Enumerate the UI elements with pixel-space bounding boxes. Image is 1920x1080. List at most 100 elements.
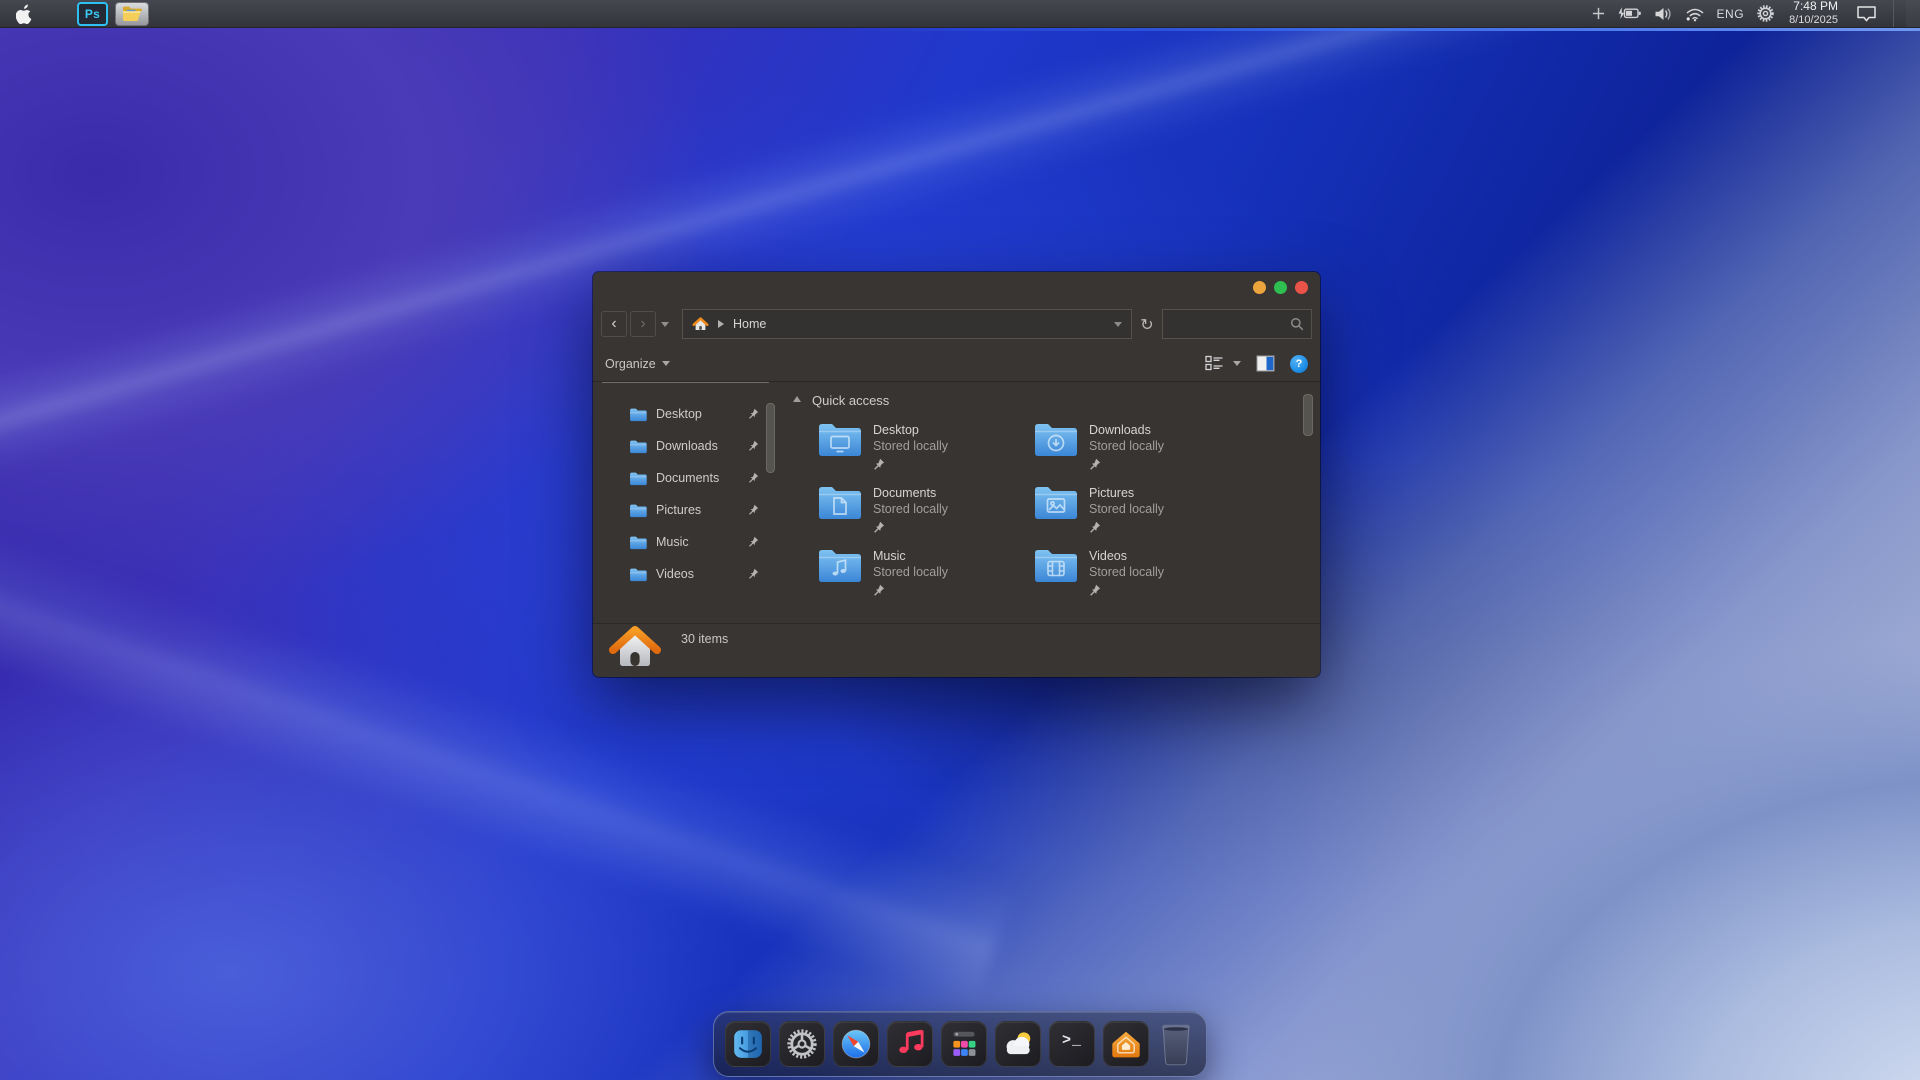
dock-item-trash[interactable] — [1157, 1021, 1195, 1067]
quick-access-header[interactable]: Quick access — [793, 390, 1320, 410]
language-indicator[interactable]: ENG — [1717, 7, 1745, 21]
preview-pane-icon[interactable] — [1256, 355, 1275, 372]
pin-icon — [748, 440, 759, 454]
terminal-icon: >_ — [1062, 1032, 1082, 1049]
sidebar-item-videos[interactable]: Videos — [593, 558, 785, 590]
trash-icon — [1160, 1023, 1192, 1067]
dock-item-weather[interactable] — [995, 1021, 1041, 1067]
organize-label: Organize — [605, 357, 656, 371]
weather-icon — [1001, 1027, 1035, 1061]
pin-icon — [1089, 584, 1164, 600]
hidden-icons-button[interactable] — [1592, 7, 1605, 20]
address-dropdown-icon[interactable] — [1114, 322, 1122, 331]
tile-documents[interactable]: Documents Stored locally — [817, 484, 1033, 539]
content-area: Quick access Desktop Stor — [785, 382, 1320, 623]
dock-item-terminal[interactable]: >_ — [1049, 1021, 1095, 1067]
sidebar-item-documents[interactable]: Documents — [593, 462, 785, 494]
tile-subtitle: Stored locally — [873, 438, 948, 454]
tile-name: Desktop — [873, 422, 948, 438]
show-desktop-strip[interactable] — [1906, 0, 1920, 27]
settings-tray-button[interactable] — [1756, 4, 1775, 23]
breadcrumb-location[interactable]: Home — [733, 317, 766, 331]
sidebar-scrollbar[interactable] — [766, 403, 775, 473]
dock-item-home[interactable] — [1103, 1021, 1149, 1067]
collapse-icon[interactable] — [793, 392, 801, 402]
tile-pictures[interactable]: Pictures Stored locally — [1033, 484, 1249, 539]
wifi-indicator[interactable] — [1684, 6, 1705, 22]
help-button[interactable]: ? — [1290, 355, 1308, 373]
wallpaper-highlight — [845, 28, 1920, 31]
sidebar-item-label: Documents — [656, 471, 719, 485]
search-icon — [1290, 317, 1304, 331]
tray-separator — [1893, 0, 1894, 27]
tile-name: Videos — [1089, 548, 1164, 564]
tile-videos[interactable]: Videos Stored locally — [1033, 547, 1249, 602]
tile-subtitle: Stored locally — [1089, 438, 1164, 454]
apple-icon — [16, 4, 33, 24]
back-button[interactable]: ‹ — [601, 311, 627, 337]
dock: >_ — [713, 1011, 1207, 1077]
music-folder-icon — [817, 547, 863, 585]
folder-icon — [629, 439, 647, 454]
notification-center-button[interactable] — [1856, 5, 1877, 22]
sidebar-item-downloads[interactable]: Downloads — [593, 430, 785, 462]
taskbar-apps: Ps — [77, 2, 149, 26]
menu-bar: Ps — [0, 0, 1920, 28]
safari-compass-icon — [839, 1027, 873, 1061]
sidebar: Desktop Downloads Documents Pictures — [593, 382, 785, 623]
navigation-bar: ‹ › Home ↻ — [593, 302, 1320, 346]
search-input[interactable] — [1163, 317, 1290, 331]
pin-icon — [748, 536, 759, 550]
address-bar[interactable]: Home — [682, 309, 1132, 339]
pin-icon — [873, 458, 948, 474]
refresh-button[interactable]: ↻ — [1132, 315, 1162, 334]
tile-subtitle: Stored locally — [1089, 501, 1164, 517]
tile-music[interactable]: Music Stored locally — [817, 547, 1033, 602]
quick-access-label: Quick access — [812, 393, 889, 408]
pin-icon — [748, 568, 759, 582]
system-tray: ENG 7:48 PM 8/10/2025 — [1592, 0, 1920, 27]
view-options-chevron-icon[interactable] — [1233, 361, 1241, 370]
quick-access-tiles: Desktop Stored locally — [817, 421, 1320, 602]
sidebar-item-pictures[interactable]: Pictures — [593, 494, 785, 526]
tile-text: Pictures Stored locally — [1089, 484, 1164, 539]
refresh-icon: ↻ — [1140, 315, 1153, 334]
plus-icon — [1592, 7, 1605, 20]
dock-item-finder[interactable] — [725, 1021, 771, 1067]
organize-menu-button[interactable]: Organize — [605, 357, 670, 371]
sidebar-item-music[interactable]: Music — [593, 526, 785, 558]
dock-item-app-library[interactable] — [941, 1021, 987, 1067]
content-scrollbar[interactable] — [1303, 394, 1313, 436]
sidebar-item-desktop[interactable]: Desktop — [593, 398, 785, 430]
window-titlebar[interactable] — [593, 272, 1320, 302]
clock[interactable]: 7:48 PM 8/10/2025 — [1789, 0, 1838, 26]
wifi-icon — [1684, 6, 1705, 22]
history-dropdown-button[interactable] — [661, 322, 669, 331]
taskbar-app-file-explorer[interactable] — [115, 2, 149, 26]
home-icon — [692, 316, 709, 332]
dock-item-safari[interactable] — [833, 1021, 879, 1067]
folder-icon — [629, 503, 647, 518]
desktop-folder-icon — [817, 421, 863, 459]
help-glyph: ? — [1296, 358, 1303, 370]
maximize-button[interactable] — [1274, 281, 1287, 294]
taskbar-app-photoshop[interactable]: Ps — [77, 2, 108, 26]
documents-folder-icon — [817, 484, 863, 522]
dock-item-system-settings[interactable] — [779, 1021, 825, 1067]
file-explorer-window: ‹ › Home ↻ — [593, 272, 1320, 677]
forward-button[interactable]: › — [630, 311, 656, 337]
close-button[interactable] — [1295, 281, 1308, 294]
tile-name: Downloads — [1089, 422, 1164, 438]
tile-name: Documents — [873, 485, 948, 501]
details-view-icon[interactable] — [1205, 355, 1224, 372]
tile-subtitle: Stored locally — [873, 501, 948, 517]
command-bar: Organize ? — [593, 346, 1320, 382]
battery-indicator[interactable] — [1617, 6, 1642, 21]
dock-item-music[interactable] — [887, 1021, 933, 1067]
tile-downloads[interactable]: Downloads Stored locally — [1033, 421, 1249, 476]
tile-desktop[interactable]: Desktop Stored locally — [817, 421, 1033, 476]
breadcrumb-chevron-icon[interactable] — [718, 320, 728, 328]
volume-indicator[interactable] — [1654, 6, 1672, 22]
minimize-button[interactable] — [1253, 281, 1266, 294]
apple-menu[interactable] — [16, 4, 33, 24]
